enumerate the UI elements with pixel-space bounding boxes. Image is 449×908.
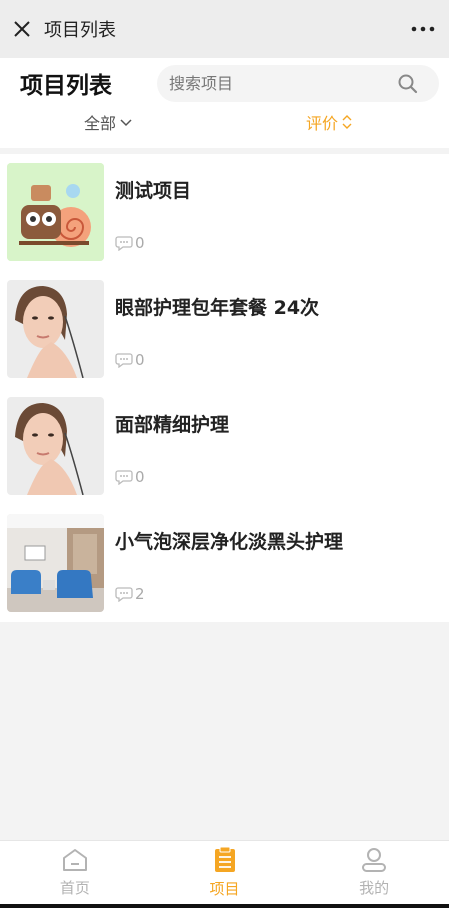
comment-count: 0: [135, 351, 145, 369]
item-comments: 2: [115, 585, 145, 603]
item-title: 眼部护理包年套餐 24次: [115, 297, 320, 319]
tab-projects-label: 项目: [209, 880, 240, 898]
close-icon: [14, 21, 30, 37]
comment-count: 0: [135, 234, 145, 252]
comment-count: 2: [135, 585, 145, 603]
list-item[interactable]: 眼部护理包年套餐 24次 0: [0, 271, 449, 388]
more-button[interactable]: [411, 0, 435, 58]
comment-icon: [115, 236, 133, 251]
list-item[interactable]: 面部精细护理 0: [0, 388, 449, 505]
tab-projects[interactable]: 项目: [150, 841, 300, 904]
salon-room-image: [7, 514, 104, 612]
search-box[interactable]: [157, 65, 439, 102]
tab-home-label: 首页: [59, 879, 90, 897]
window-title: 项目列表: [44, 20, 116, 41]
more-icon: [411, 26, 435, 32]
item-comments: 0: [115, 234, 145, 252]
tab-mine-label: 我的: [359, 879, 390, 897]
sort-icon: [342, 115, 352, 129]
page-title: 项目列表: [20, 73, 112, 99]
tab-bar: 首页 项目 我的: [0, 840, 449, 904]
item-title: 小气泡深层净化淡黑头护理: [115, 531, 344, 553]
item-thumbnail: [7, 280, 104, 378]
item-comments: 0: [115, 468, 145, 486]
item-title: 测试项目: [115, 180, 192, 202]
item-thumbnail: [7, 514, 104, 612]
item-comments: 0: [115, 351, 145, 369]
user-icon: [362, 848, 387, 872]
item-thumbnail: [7, 163, 104, 261]
chevron-down-icon: [120, 119, 132, 127]
snail-cartoon-image: [7, 163, 104, 261]
woman-portrait-image: [7, 280, 104, 378]
list-header: 项目列表 全部 评价: [0, 58, 449, 148]
comment-icon: [115, 470, 133, 485]
filter-rating[interactable]: 评价: [306, 110, 353, 134]
woman-portrait-image: [7, 397, 104, 495]
comment-count: 0: [135, 468, 145, 486]
tab-home[interactable]: 首页: [0, 841, 150, 904]
item-thumbnail: [7, 397, 104, 495]
search-icon[interactable]: [397, 73, 419, 95]
search-input[interactable]: [157, 74, 387, 93]
list-item[interactable]: 小气泡深层净化淡黑头护理 2: [0, 505, 449, 622]
home-icon: [62, 849, 87, 871]
title-bar: 项目列表: [0, 0, 449, 58]
project-list: 测试项目 0 眼部护理包年套餐 24次 0 面部精细护理 0 小气泡深层净化淡黑…: [0, 154, 449, 622]
filter-all[interactable]: 全部: [84, 110, 133, 134]
project-icon: [214, 846, 235, 872]
comment-icon: [115, 353, 133, 368]
close-button[interactable]: [2, 0, 42, 58]
item-title: 面部精细护理: [115, 414, 230, 436]
filter-rating-label: 评价: [306, 114, 339, 133]
screen-bottom-edge: [0, 904, 449, 908]
list-item[interactable]: 测试项目 0: [0, 154, 449, 271]
tab-mine[interactable]: 我的: [299, 841, 449, 904]
comment-icon: [115, 587, 133, 602]
filter-all-label: 全部: [84, 114, 117, 133]
